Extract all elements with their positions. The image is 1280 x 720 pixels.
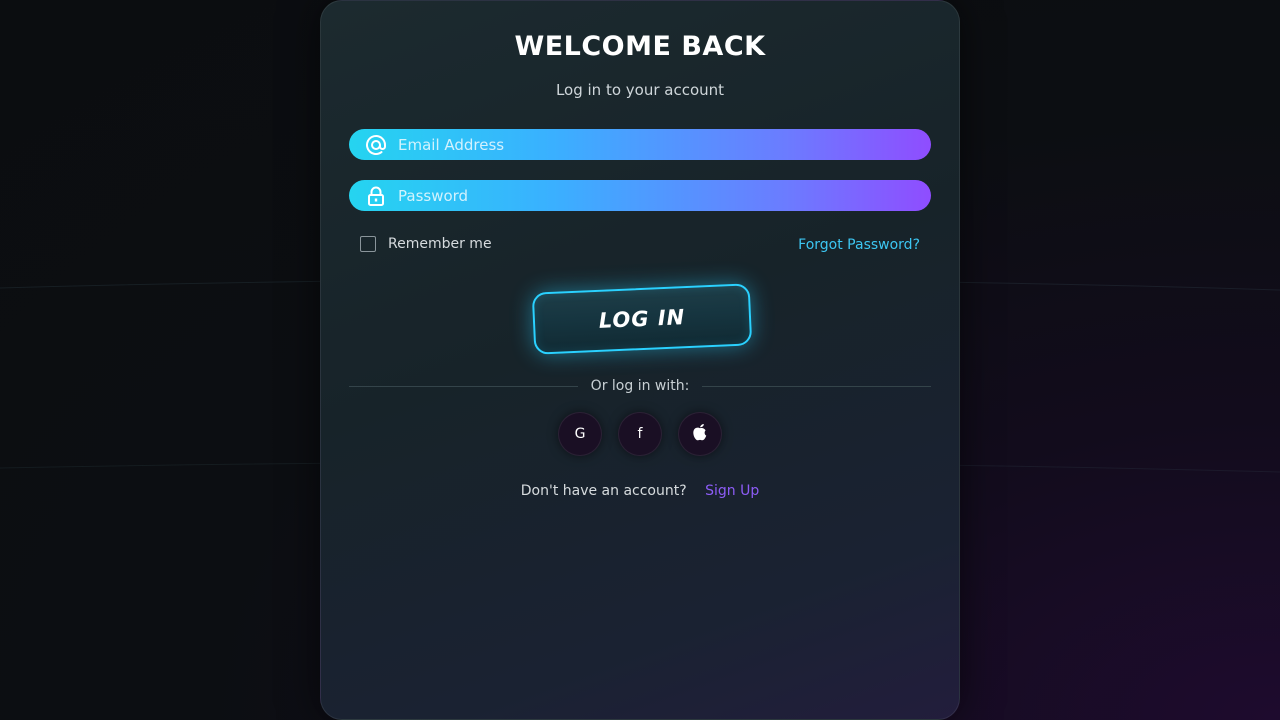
divider-line-right: [702, 385, 931, 387]
social-divider: Or log in with:: [349, 377, 931, 395]
login-button[interactable]: LOG IN: [531, 283, 753, 355]
at-sign-icon: [365, 134, 387, 156]
password-field[interactable]: [349, 180, 931, 211]
social-buttons: G f: [321, 412, 959, 456]
facebook-icon: f: [637, 426, 643, 442]
google-icon: G: [574, 426, 586, 442]
lock-icon: [365, 185, 387, 207]
page-title: WELCOME BACK: [514, 31, 766, 62]
password-input[interactable]: [398, 186, 898, 205]
signup-question: Don't have an account?: [520, 483, 687, 499]
remember-label: Remember me: [388, 236, 492, 252]
remember-checkbox[interactable]: [360, 236, 376, 252]
apple-login-button[interactable]: [678, 412, 722, 456]
signup-link[interactable]: Sign Up: [705, 483, 759, 499]
remember-me[interactable]: Remember me: [360, 236, 492, 252]
email-input[interactable]: [398, 135, 898, 154]
divider-text: Or log in with:: [590, 378, 690, 394]
login-button-label: LOG IN: [598, 305, 686, 333]
login-card: WELCOME BACK Log in to your account Reme…: [320, 0, 960, 720]
google-login-button[interactable]: G: [558, 412, 602, 456]
email-field[interactable]: [349, 129, 931, 160]
page-subtitle: Log in to your account: [555, 81, 725, 99]
divider-line-left: [349, 385, 578, 387]
signup-row: Don't have an account? Sign Up: [321, 483, 959, 499]
apple-icon: [691, 422, 709, 446]
facebook-login-button[interactable]: f: [618, 412, 662, 456]
forgot-password-link[interactable]: Forgot Password?: [798, 237, 920, 253]
